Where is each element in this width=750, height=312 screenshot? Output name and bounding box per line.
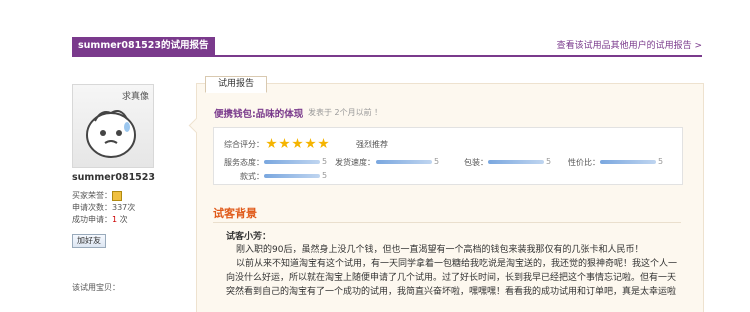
ratings-box: 综合评分： 强烈推荐 服务态度： 5 发货速度： 5 包装： 5 性价比： 5 … bbox=[213, 127, 683, 185]
apply-count: 申请次数：337次 bbox=[72, 203, 136, 212]
metric-score: 5 bbox=[546, 157, 552, 166]
honor-medal-icon bbox=[112, 190, 122, 201]
add-friend-button[interactable]: 加好友 bbox=[72, 234, 106, 248]
star-icon bbox=[279, 138, 290, 149]
trial-item-label: 该试用宝贝： bbox=[72, 283, 120, 292]
default-avatar-icon bbox=[86, 110, 136, 158]
section-divider bbox=[213, 222, 681, 223]
tab-trial-report[interactable]: 试用报告 bbox=[205, 76, 268, 93]
star-icon bbox=[305, 138, 316, 149]
overall-label: 综合评分： bbox=[224, 140, 264, 149]
metric-label: 服务态度： bbox=[224, 158, 264, 167]
report-header-title: summer081523的试用报告 bbox=[72, 37, 215, 55]
metric-score: 5 bbox=[658, 157, 664, 166]
report-paragraph: 以前从来不知道淘宝有这个试用，有一天同学拿着一包糖给我吃说是淘宝送的，我还觉的狠… bbox=[236, 259, 678, 269]
star-icon bbox=[266, 138, 277, 149]
avatar[interactable]: 求真像 bbox=[72, 84, 154, 168]
star-icon bbox=[292, 138, 303, 149]
section-title: 试客背景 bbox=[213, 207, 257, 220]
metric-bar bbox=[488, 160, 544, 164]
username[interactable]: summer081523 bbox=[72, 172, 155, 183]
metric-bar bbox=[376, 160, 432, 164]
star-icon bbox=[318, 138, 329, 149]
metric-label: 款式： bbox=[240, 172, 264, 181]
metric-label: 包装： bbox=[464, 158, 488, 167]
metric-bar bbox=[600, 160, 656, 164]
metric-label: 性价比： bbox=[568, 158, 600, 167]
report-paragraph: 突然看到自己的淘宝有了一个成功的试用，我简直兴奋坏啦，嘿嘿嘿！看看我的成功试用和… bbox=[226, 287, 677, 297]
tester-nickname: 试客小芳： bbox=[226, 232, 272, 242]
report-paragraph: 刚入职的90后，虽然身上没几个钱，但也一直渴望有一个高档的钱包来装我那仅有的几张… bbox=[236, 245, 644, 255]
metric-label: 发货速度： bbox=[335, 158, 375, 167]
recommend-text: 强烈推荐 bbox=[356, 140, 388, 149]
success-count: 成功申请：1 次 bbox=[72, 215, 128, 224]
metric-score: 5 bbox=[322, 171, 328, 180]
report-header-bar: summer081523的试用报告 查看该试用品其他用户的试用报告 > bbox=[72, 37, 702, 57]
buyer-honor: 买家荣誉： bbox=[72, 190, 122, 201]
panel-pointer bbox=[188, 117, 205, 134]
metric-bar bbox=[264, 174, 320, 178]
metric-score: 5 bbox=[322, 157, 328, 166]
product-title[interactable]: 便携钱包:品味的体现 bbox=[214, 106, 303, 120]
report-paragraph: 向没什么好运，所以就在淘宝上随便申请了几个试用。过了好长时间，长到我早已经把这个… bbox=[226, 273, 677, 283]
view-other-reports-link[interactable]: 查看该试用品其他用户的试用报告 > bbox=[557, 37, 702, 55]
posted-time: 发表于 2个月以前 ！ bbox=[308, 108, 383, 117]
metric-bar bbox=[264, 160, 320, 164]
metric-score: 5 bbox=[434, 157, 440, 166]
